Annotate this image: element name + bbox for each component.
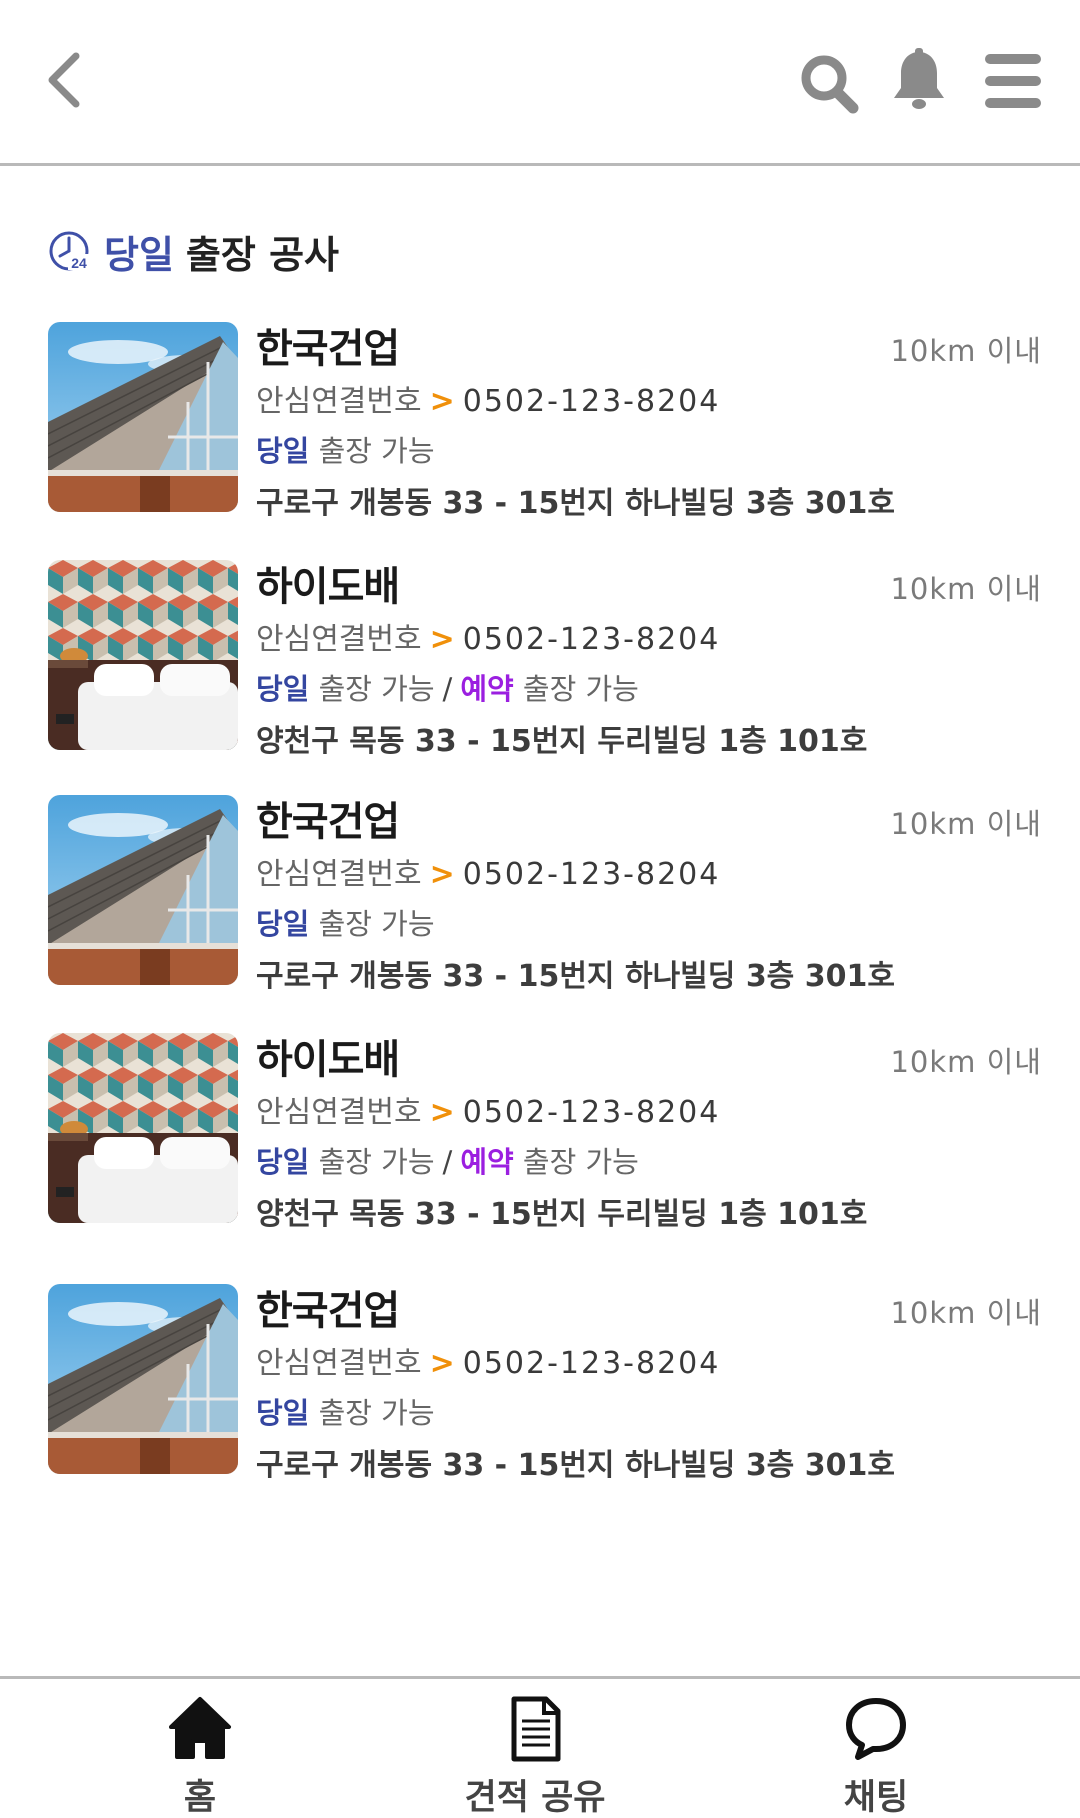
- arrow-icon: >: [429, 622, 455, 657]
- phone-number[interactable]: 0502-123-8204: [463, 622, 721, 657]
- same-day-badge: 당일: [256, 1396, 310, 1430]
- thumbnail-image: [48, 322, 238, 512]
- phone-number[interactable]: 0502-123-8204: [463, 1095, 721, 1130]
- safe-phone-row[interactable]: 안심연결번호 >0502-123-8204: [256, 1087, 720, 1131]
- separator: /: [442, 672, 453, 706]
- arrow-icon: >: [429, 1346, 455, 1381]
- clock-24-icon: 24: [49, 231, 90, 271]
- document-icon: [511, 1696, 561, 1762]
- arrow-icon: >: [429, 384, 455, 419]
- address: 구로구 개봉동 33 - 15번지 하나빌딩 3층 301호: [256, 1448, 895, 1483]
- list-item[interactable]: 하이도배 10km 이내 안심연결번호 >0502-123-8204 당일 출장 …: [0, 560, 1080, 760]
- chat-bubble-icon: [846, 1698, 906, 1760]
- reserve-text: 출장 가능: [522, 672, 639, 706]
- same-day-badge: 당일: [256, 907, 310, 941]
- distance-label: 10km 이내: [890, 334, 1042, 368]
- nav-chat-label: 채팅: [843, 1778, 909, 1818]
- svg-text:24: 24: [71, 255, 87, 271]
- same-day-text: 출장 가능: [318, 1145, 435, 1179]
- arrow-icon: >: [429, 857, 455, 892]
- same-day-text: 출장 가능: [318, 672, 435, 706]
- phone-label: 안심연결번호: [256, 384, 422, 419]
- phone-label: 안심연결번호: [256, 622, 422, 657]
- same-day-badge: 당일: [256, 1145, 310, 1179]
- phone-label: 안심연결번호: [256, 1095, 422, 1130]
- address: 양천구 목동 33 - 15번지 두리빌딩 1층 101호: [256, 724, 868, 759]
- top-app-bar: [0, 0, 1080, 166]
- availability-row: 당일 출장 가능 / 예약 출장 가능: [256, 666, 639, 708]
- phone-label: 안심연결번호: [256, 1346, 422, 1381]
- section-title-accent: 당일: [104, 232, 174, 277]
- phone-number[interactable]: 0502-123-8204: [463, 384, 721, 419]
- availability-row: 당일 출장 가능 / 예약 출장 가능: [256, 1139, 639, 1181]
- separator: /: [442, 1145, 453, 1179]
- bell-icon: [894, 48, 944, 109]
- list-item[interactable]: 한국건업 10km 이내 안심연결번호 >0502-123-8204 당일 출장 …: [0, 322, 1080, 522]
- thumbnail-image: [48, 560, 238, 750]
- back-button[interactable]: [40, 48, 90, 112]
- phone-number[interactable]: 0502-123-8204: [463, 1346, 721, 1381]
- phone-number[interactable]: 0502-123-8204: [463, 857, 721, 892]
- nav-chat[interactable]: 채팅: [756, 1679, 996, 1818]
- phone-label: 안심연결번호: [256, 857, 422, 892]
- list-item[interactable]: 하이도배 10km 이내 안심연결번호 >0502-123-8204 당일 출장 …: [0, 1033, 1080, 1233]
- availability-row: 당일 출장 가능: [256, 901, 435, 943]
- bottom-navigation: 홈 견적 공유 채팅: [0, 1676, 1080, 1818]
- distance-label: 10km 이내: [890, 807, 1042, 841]
- nav-home[interactable]: 홈: [80, 1679, 320, 1818]
- company-name: 한국건업: [256, 799, 400, 845]
- address: 양천구 목동 33 - 15번지 두리빌딩 1층 101호: [256, 1197, 868, 1232]
- thumbnail-image: [48, 1033, 238, 1223]
- notification-button[interactable]: [886, 46, 952, 118]
- search-icon: [801, 55, 859, 114]
- availability-row: 당일 출장 가능: [256, 1390, 435, 1432]
- reserve-badge: 예약: [460, 1145, 514, 1179]
- search-button[interactable]: [797, 46, 863, 118]
- company-name: 한국건업: [256, 1288, 400, 1334]
- section-title: 24 당일 출장 공사: [48, 226, 339, 277]
- nav-home-label: 홈: [183, 1778, 217, 1818]
- list-item[interactable]: 한국건업 10km 이내 안심연결번호 >0502-123-8204 당일 출장 …: [0, 1284, 1080, 1484]
- arrow-icon: >: [429, 1095, 455, 1130]
- hamburger-menu-icon: [985, 54, 1041, 108]
- company-name: 하이도배: [256, 1037, 400, 1083]
- address: 구로구 개봉동 33 - 15번지 하나빌딩 3층 301호: [256, 486, 895, 521]
- section-title-text: 출장 공사: [185, 232, 339, 277]
- nav-estimate-share[interactable]: 견적 공유: [415, 1679, 655, 1818]
- menu-button[interactable]: [980, 46, 1046, 118]
- availability-row: 당일 출장 가능: [256, 428, 435, 470]
- nav-estimate-label: 견적 공유: [464, 1778, 606, 1818]
- address: 구로구 개봉동 33 - 15번지 하나빌딩 3층 301호: [256, 959, 895, 994]
- chevron-left-icon: [48, 52, 80, 108]
- same-day-text: 출장 가능: [318, 907, 435, 941]
- thumbnail-image: [48, 1284, 238, 1474]
- list-item[interactable]: 한국건업 10km 이내 안심연결번호 >0502-123-8204 당일 출장 …: [0, 795, 1080, 995]
- thumbnail-image: [48, 795, 238, 985]
- safe-phone-row[interactable]: 안심연결번호 >0502-123-8204: [256, 849, 720, 893]
- safe-phone-row[interactable]: 안심연결번호 >0502-123-8204: [256, 1338, 720, 1382]
- distance-label: 10km 이내: [890, 1296, 1042, 1330]
- reserve-text: 출장 가능: [522, 1145, 639, 1179]
- same-day-badge: 당일: [256, 434, 310, 468]
- company-name: 하이도배: [256, 564, 400, 610]
- safe-phone-row[interactable]: 안심연결번호 >0502-123-8204: [256, 614, 720, 658]
- distance-label: 10km 이내: [890, 572, 1042, 606]
- same-day-badge: 당일: [256, 672, 310, 706]
- same-day-text: 출장 가능: [318, 1396, 435, 1430]
- reserve-badge: 예약: [460, 672, 514, 706]
- distance-label: 10km 이내: [890, 1045, 1042, 1079]
- same-day-text: 출장 가능: [318, 434, 435, 468]
- home-icon: [169, 1697, 231, 1759]
- safe-phone-row[interactable]: 안심연결번호 >0502-123-8204: [256, 376, 720, 420]
- company-name: 한국건업: [256, 326, 400, 372]
